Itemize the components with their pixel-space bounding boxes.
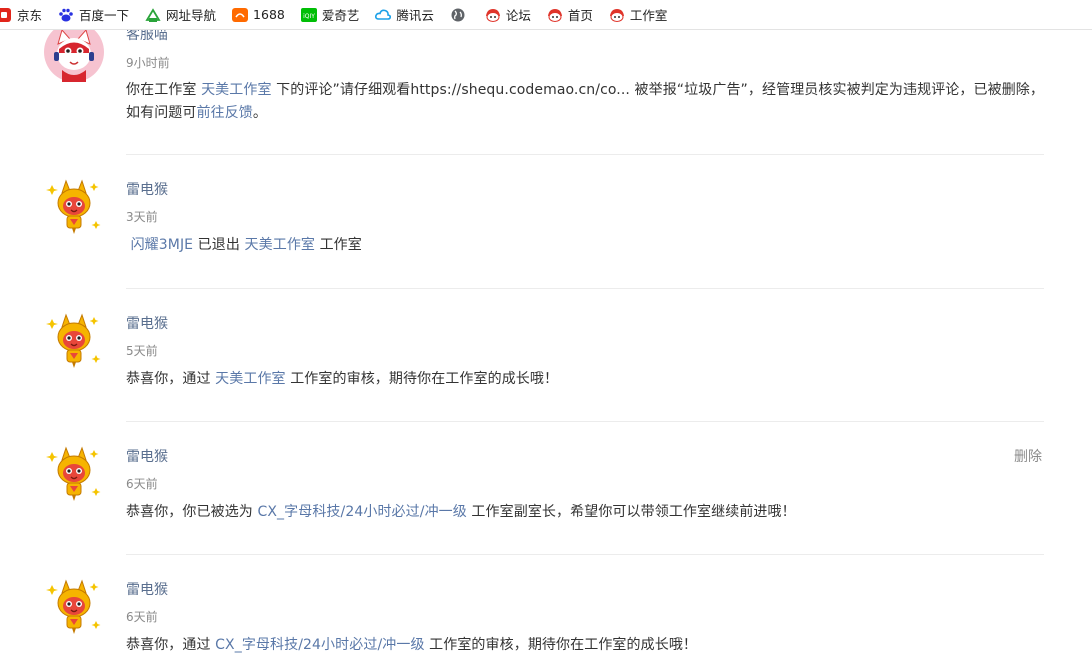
- hao123-icon: [145, 7, 161, 23]
- message-part: 工作室: [315, 237, 362, 253]
- bookmark-forum[interactable]: 论坛: [485, 0, 531, 29]
- bookmark-label: 腾讯云: [396, 8, 434, 23]
- bookmark-label: 爱奇艺: [321, 8, 360, 23]
- message-part: 工作室的审核，期待你在工作室的成长哦！: [285, 371, 559, 387]
- bookmark-label: 网址导航: [166, 8, 217, 23]
- message-text: 闪耀3MJE 已退出 天美工作室 工作室: [126, 234, 1048, 257]
- avatar-leidianhou[interactable]: [44, 311, 104, 371]
- bookmark-tencent-cloud[interactable]: 腾讯云: [375, 0, 434, 29]
- message-part: 你在工作室: [126, 82, 202, 98]
- bookmark-iqiyi[interactable]: iQIY 爱奇艺: [300, 0, 360, 29]
- monkey-mascot-icon: [46, 179, 101, 234]
- avatar-leidianhou[interactable]: [44, 177, 104, 237]
- divider: [126, 554, 1044, 555]
- timestamp: 9小时前: [126, 56, 170, 70]
- username[interactable]: 雷电猴: [126, 179, 168, 199]
- feedback-link[interactable]: 前往反馈: [197, 105, 253, 121]
- timestamp: 6天前: [126, 477, 158, 491]
- message-text: 恭喜你，你已被选为 CX_字母科技/24小时必过/冲一级 工作室副室长，希望你可…: [126, 501, 1048, 524]
- bookmarks-bar: 京东 百度一下 网址导航 1688 iQIY 爱奇艺 腾讯云 论坛 首页 工作室: [0, 0, 1092, 30]
- baidu-paw-icon: [58, 7, 74, 23]
- divider: [126, 421, 1044, 422]
- message-part: 工作室的审核，期待你在工作室的成长哦！: [424, 637, 698, 653]
- avatar-leidianhou[interactable]: [44, 444, 104, 504]
- svg-text:iQIY: iQIY: [303, 13, 315, 20]
- bookmark-globe[interactable]: [450, 0, 471, 29]
- bookmark-label: 论坛: [505, 8, 531, 23]
- avatar-leidianhou[interactable]: [44, 577, 104, 637]
- divider: [126, 154, 1044, 155]
- monkey-mascot-icon: [46, 579, 101, 634]
- message-part: 恭喜你，通过: [126, 637, 216, 653]
- bookmark-label: 京东: [17, 8, 43, 23]
- studio-link[interactable]: 天美工作室: [245, 237, 316, 253]
- bookmark-studio[interactable]: 工作室: [609, 0, 668, 29]
- timestamp: 6天前: [126, 610, 158, 624]
- bookmark-home[interactable]: 首页: [547, 0, 593, 29]
- message-part: 工作室副室长，希望你可以带领工作室继续前进哦！: [466, 504, 796, 520]
- message-text: 恭喜你，通过 CX_字母科技/24小时必过/冲一级 工作室的审核，期待你在工作室…: [126, 634, 1048, 657]
- username[interactable]: 雷电猴: [126, 313, 168, 333]
- message-part: 恭喜你，你已被选为: [126, 504, 258, 520]
- bookmark-jd[interactable]: 京东: [0, 0, 42, 29]
- message-text: 恭喜你，通过 天美工作室 工作室的审核，期待你在工作室的成长哦！: [126, 368, 1048, 391]
- studio-link[interactable]: 天美工作室: [201, 82, 272, 98]
- avatar-kefu-cat[interactable]: [44, 22, 104, 82]
- monkey-mascot-icon: [46, 313, 101, 368]
- message-text: 你在工作室 天美工作室 下的评论”请仔细观看https://shequ.code…: [126, 79, 1048, 125]
- divider: [126, 288, 1044, 289]
- tencent-cloud-icon: [375, 7, 392, 23]
- message-part: 恭喜你，通过: [126, 371, 216, 387]
- iqiyi-icon: iQIY: [300, 7, 317, 23]
- codemao-icon: [485, 7, 501, 23]
- message-part: 已退出: [193, 237, 245, 253]
- user-link[interactable]: 闪耀3MJE: [131, 237, 194, 253]
- timestamp: 3天前: [126, 210, 158, 224]
- bookmark-hao123[interactable]: 网址导航: [145, 0, 216, 29]
- codemao-icon: [609, 7, 625, 23]
- message-part: 。: [252, 105, 268, 121]
- bookmark-baidu[interactable]: 百度一下: [58, 0, 129, 29]
- bookmark-label: 首页: [567, 8, 593, 23]
- jd-icon: [0, 7, 12, 23]
- studio-link[interactable]: CX_字母科技/24小时必过/冲一级: [257, 504, 466, 520]
- bookmark-label: 百度一下: [79, 8, 130, 23]
- studio-link[interactable]: 天美工作室: [215, 371, 286, 387]
- monkey-mascot-icon: [46, 446, 101, 501]
- delete-button[interactable]: 删除: [1014, 446, 1042, 466]
- bookmark-label: 1688: [253, 7, 285, 22]
- globe-icon: [450, 7, 466, 23]
- username[interactable]: 雷电猴: [126, 446, 168, 466]
- username[interactable]: 雷电猴: [126, 579, 168, 599]
- bookmark-1688[interactable]: 1688: [232, 0, 285, 29]
- cat-mascot-icon: [44, 22, 104, 82]
- timestamp: 5天前: [126, 344, 158, 358]
- bookmark-label: 工作室: [629, 8, 668, 23]
- codemao-icon: [547, 7, 563, 23]
- studio-link[interactable]: CX_字母科技/24小时必过/冲一级: [215, 637, 424, 653]
- 1688-icon: [232, 7, 249, 23]
